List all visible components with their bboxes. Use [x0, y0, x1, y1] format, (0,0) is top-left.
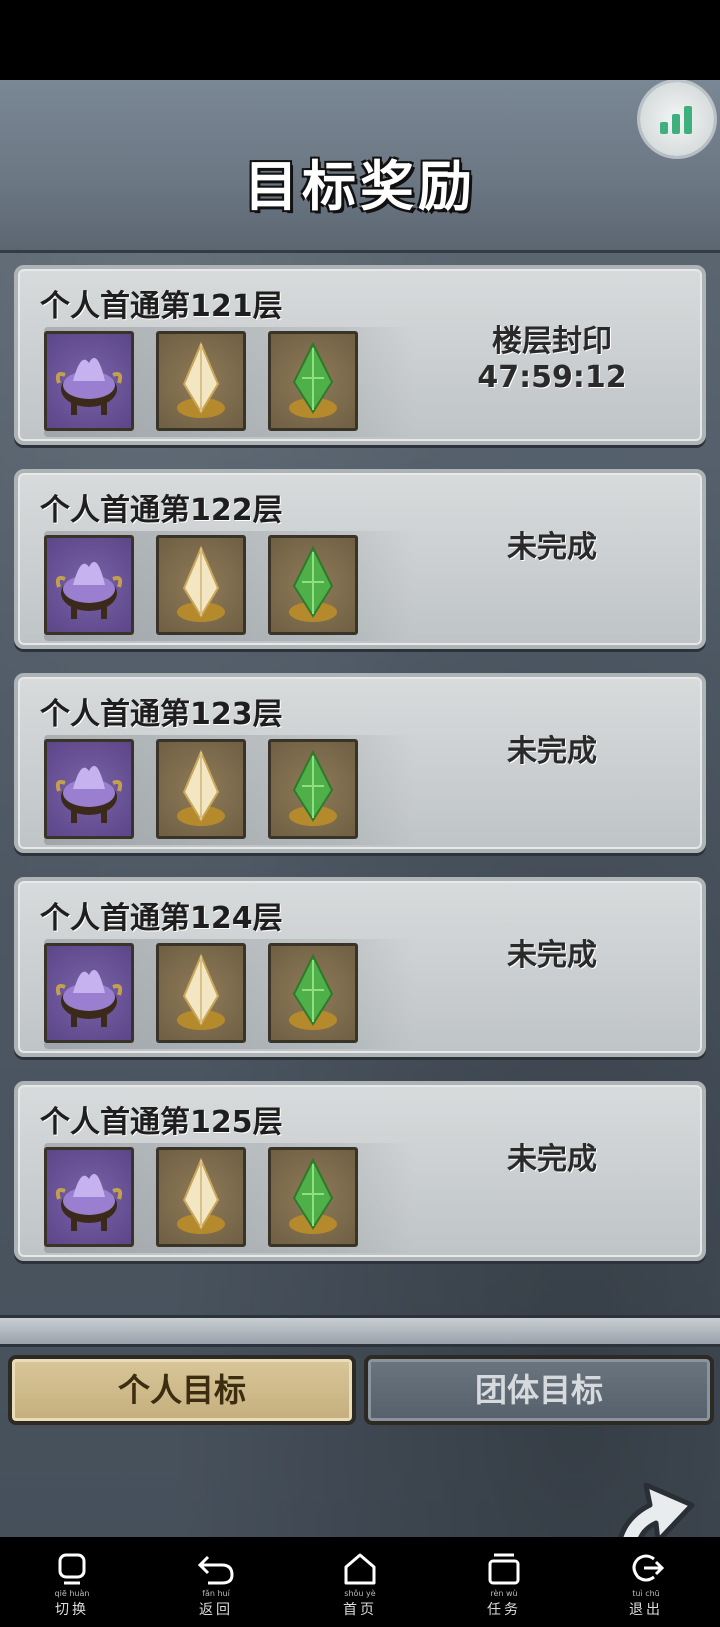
nav-pinyin: fǎn huí: [202, 1589, 230, 1598]
scroll-border: [0, 1315, 720, 1347]
tab-personal-goals[interactable]: 个人目标: [8, 1355, 356, 1425]
nav-pinyin: tuì chū: [632, 1589, 660, 1598]
gold-crystal-icon[interactable]: [156, 535, 246, 635]
nav-exit[interactable]: tuì chū 退出: [596, 1549, 696, 1619]
reward-name: 个人首通第121层: [40, 289, 283, 324]
nav-tasks[interactable]: rèn wù 任务: [454, 1549, 554, 1619]
reward-name: 个人首通第124层: [40, 901, 283, 936]
nav-home[interactable]: shǒu yè 首页: [310, 1549, 410, 1619]
page-title: 目标奖励: [244, 155, 476, 218]
nav-label: 退出: [629, 1602, 663, 1618]
reward-name: 个人首通第125层: [40, 1105, 283, 1140]
green-crystal-icon[interactable]: [268, 739, 358, 839]
status-label: 未完成: [507, 530, 597, 565]
reward-items: [44, 531, 414, 641]
gold-crystal-icon[interactable]: [156, 943, 246, 1043]
purple-cauldron-icon[interactable]: [44, 943, 134, 1043]
signal-bars-icon: [660, 104, 694, 134]
switch-icon: [58, 1553, 86, 1585]
green-crystal-icon[interactable]: [268, 535, 358, 635]
nav-pinyin: rèn wù: [490, 1589, 518, 1598]
green-crystal-icon[interactable]: [268, 331, 358, 431]
gold-crystal-icon[interactable]: [156, 331, 246, 431]
status-label: 未完成: [507, 734, 597, 769]
purple-cauldron-icon[interactable]: [44, 1147, 134, 1247]
nav-pinyin: shǒu yè: [344, 1589, 376, 1598]
reward-name: 个人首通第122层: [40, 493, 283, 528]
nav-back[interactable]: fǎn huí 返回: [166, 1549, 266, 1619]
back-icon: [197, 1555, 234, 1585]
green-crystal-icon[interactable]: [268, 943, 358, 1043]
reward-card: 个人首通第125层 未完成: [14, 1081, 706, 1261]
signal-button[interactable]: [640, 82, 714, 156]
gold-crystal-icon[interactable]: [156, 739, 246, 839]
exit-icon: [632, 1554, 665, 1582]
reward-list[interactable]: 个人首通第121层 楼层封印 47:59:12 个人首通第122层 未完成 个人…: [14, 265, 706, 1323]
return-arrow-icon[interactable]: [600, 1465, 700, 1537]
green-crystal-icon[interactable]: [268, 1147, 358, 1247]
nav-switch[interactable]: qiē huàn 切换: [22, 1549, 122, 1619]
purple-cauldron-icon[interactable]: [44, 739, 134, 839]
gold-crystal-icon[interactable]: [156, 1147, 246, 1247]
tasks-icon: [488, 1553, 520, 1585]
reward-items: [44, 1143, 414, 1253]
reward-name: 个人首通第123层: [40, 697, 283, 732]
reward-items: [44, 939, 414, 1049]
title-band: 目标奖励: [0, 80, 720, 253]
system-nav-bar: qiē huàn 切换 fǎn huí 返回 shǒu yè 首页 rèn wù…: [0, 1537, 720, 1627]
purple-cauldron-icon[interactable]: [44, 535, 134, 635]
tab-team-goals[interactable]: 团体目标: [364, 1355, 714, 1425]
nav-label: 首页: [343, 1602, 377, 1618]
status-label: 未完成: [507, 938, 597, 973]
floor-seal-label: 楼层封印: [492, 324, 612, 359]
nav-label: 返回: [199, 1602, 233, 1618]
nav-label: 任务: [487, 1602, 521, 1618]
game-screen: 目标奖励 个人首通第121层 楼层封印 47:59:12 个人首通第122层 未…: [0, 80, 720, 1537]
reward-card: 个人首通第122层 未完成: [14, 469, 706, 649]
reward-items: [44, 327, 414, 437]
status-label: 未完成: [507, 1142, 597, 1177]
nav-pinyin: qiē huàn: [54, 1589, 90, 1598]
home-icon: [344, 1553, 376, 1585]
reward-card: 个人首通第124层 未完成: [14, 877, 706, 1057]
reward-items: [44, 735, 414, 845]
reward-card: 个人首通第123层 未完成: [14, 673, 706, 853]
nav-label: 切换: [55, 1602, 89, 1618]
purple-cauldron-icon[interactable]: [44, 331, 134, 431]
reward-card: 个人首通第121层 楼层封印 47:59:12: [14, 265, 706, 445]
countdown-timer: 47:59:12: [477, 360, 627, 395]
